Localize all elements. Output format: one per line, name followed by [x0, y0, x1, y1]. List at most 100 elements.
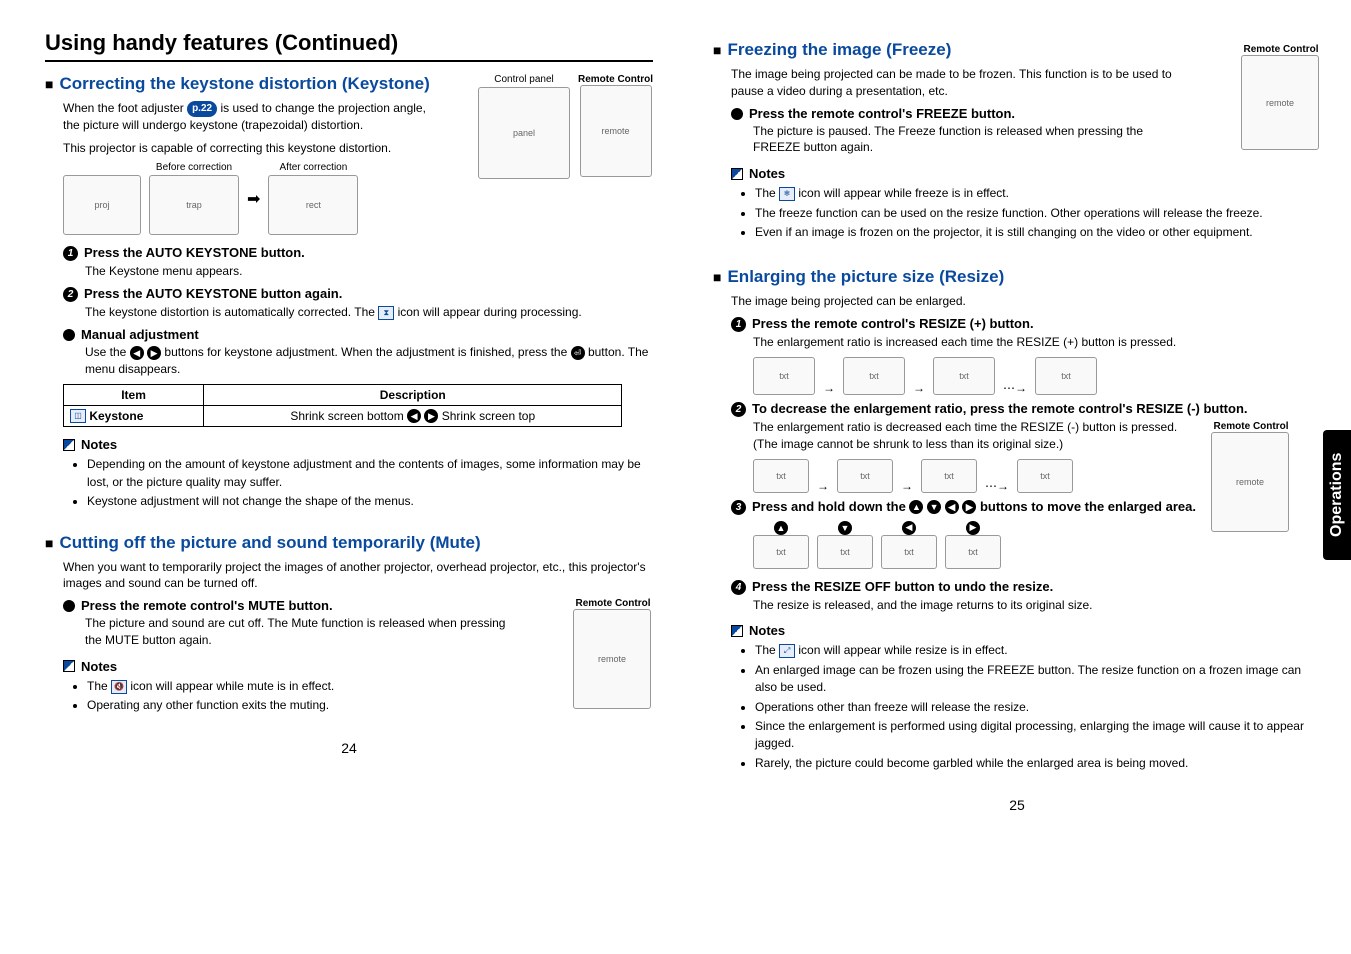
keystone-panels: Control panel panel Remote Control remot… [478, 74, 653, 179]
mute-notes: The 🔇 icon will appear while mute is in … [75, 678, 653, 715]
keystone-row-icon: ◫ [70, 409, 86, 423]
remote-label-2: Remote Control [573, 598, 653, 609]
resize-indicator-icon: ⤢ [779, 644, 795, 658]
page-25: Remote Control remote Freezing the image… [713, 30, 1321, 813]
step-number-2-icon: 2 [731, 402, 746, 417]
freeze-notes: The ❄ icon will appear while freeze is i… [743, 185, 1321, 241]
list-item: Since the enlargement is performed using… [755, 718, 1321, 753]
right-arrow-icon: ▶ [147, 346, 161, 360]
keystone-intro: When the foot adjuster p.22 is used to c… [63, 100, 433, 134]
main-title: Using handy features (Continued) [45, 30, 653, 62]
mute-step-title: Press the remote control's MUTE button. [81, 598, 333, 613]
remote-figure-2: remote [573, 609, 651, 709]
list-item: Operating any other function exits the m… [87, 697, 653, 714]
resize-step-3: 3 Press and hold down the ▲ ▼ ◀ ▶ button… [731, 499, 1203, 515]
step-number-4-icon: 4 [731, 580, 746, 595]
resize-step4-title: Press the RESIZE OFF button to undo the … [752, 579, 1053, 594]
mute-notes-heading: Notes [63, 659, 565, 674]
remote-label-1: Remote Control [578, 74, 653, 85]
after-figure: rect [268, 175, 358, 235]
mute-step: Press the remote control's MUTE button. [63, 598, 565, 613]
keystone-manual: Manual adjustment [63, 327, 653, 342]
list-item: The ❄ icon will appear while freeze is i… [755, 185, 1321, 202]
remote-label-3: Remote Control [1241, 44, 1321, 55]
resize-enlarge-figure: txt→ txt→ txt⋯→ txt [753, 357, 1321, 395]
table-header-desc: Description [204, 384, 622, 405]
right-arrow-icon-2: ▶ [424, 409, 438, 423]
control-panel-figure: panel [478, 87, 570, 179]
bullet-icon [63, 329, 75, 341]
section-keystone: Control panel panel Remote Control remot… [45, 74, 653, 511]
up-arrow-icon: ▲ [774, 521, 788, 535]
list-item: Operations other than freeze will releas… [755, 699, 1321, 716]
keystone-step-2: 2 Press the AUTO KEYSTONE button again. [63, 286, 653, 302]
list-item: The 🔇 icon will appear while mute is in … [87, 678, 653, 695]
resize-step3-title: Press and hold down the ▲ ▼ ◀ ▶ buttons … [752, 499, 1196, 515]
side-tab-operations[interactable]: Operations [1323, 430, 1351, 560]
list-item: Even if an image is frozen on the projec… [755, 224, 1321, 241]
list-item: The freeze function can be used on the r… [755, 205, 1321, 222]
left-arrow-icon: ◀ [130, 346, 144, 360]
resize-notes-heading: Notes [731, 623, 1321, 638]
resize-remote-group: Remote Control remote [1211, 421, 1291, 532]
resize-shrink-figure: txt→ txt→ txt⋯→ txt [753, 459, 1203, 493]
up-arrow-icon: ▲ [909, 500, 923, 514]
resize-step-4: 4 Press the RESIZE OFF button to undo th… [731, 579, 1321, 595]
page-number-left: 24 [45, 725, 653, 756]
left-arrow-icon-2: ◀ [407, 409, 421, 423]
list-item: Depending on the amount of keystone adju… [87, 456, 653, 491]
page-ref-p22: p.22 [187, 101, 217, 117]
keystone-step1-body: The Keystone menu appears. [85, 263, 653, 280]
mute-indicator-icon: 🔇 [111, 680, 127, 694]
remote-figure-1: remote [580, 85, 652, 177]
keystone-table: Item Description ◫ Keystone Shrink scree… [63, 384, 622, 428]
keystone-intro2: This projector is capable of correcting … [63, 140, 413, 157]
step-number-1-icon: 1 [731, 317, 746, 332]
resize-heading: Enlarging the picture size (Resize) [713, 267, 1321, 287]
section-mute: Cutting off the picture and sound tempor… [45, 533, 653, 725]
control-panel-label: Control panel [494, 74, 553, 85]
keystone-step1-title: Press the AUTO KEYSTONE button. [84, 245, 305, 260]
keystone-heading: Correcting the keystone distortion (Keys… [45, 74, 478, 94]
keystone-step2-body: The keystone distortion is automatically… [85, 304, 653, 321]
resize-step4-body: The resize is released, and the image re… [753, 597, 1321, 614]
freeze-step: Press the remote control's FREEZE button… [731, 106, 1233, 121]
step-number-2-icon: 2 [63, 287, 78, 302]
list-item: Rarely, the picture could become garbled… [755, 755, 1321, 772]
section-resize: Enlarging the picture size (Resize) The … [713, 267, 1321, 772]
left-arrow-icon-3: ◀ [945, 500, 959, 514]
list-item: An enlarged image can be frozen using th… [755, 662, 1321, 697]
keystone-notes: Depending on the amount of keystone adju… [75, 456, 653, 510]
mute-remote-group: Remote Control remote [573, 598, 653, 709]
keystone-step-1: 1 Press the AUTO KEYSTONE button. [63, 245, 653, 261]
resize-step2-body: The enlargement ratio is decreased each … [753, 419, 1223, 453]
keystone-manual-body: Use the ◀ ▶ buttons for keystone adjustm… [85, 344, 653, 378]
mute-intro: When you want to temporarily project the… [63, 559, 653, 593]
bullet-icon [731, 108, 743, 120]
section-freeze: Remote Control remote Freezing the image… [713, 40, 1321, 251]
keystone-before-after: proj Before correction trap ➡ After corr… [63, 162, 478, 235]
projector-angle-figure: proj [63, 175, 141, 235]
right-arrow-icon-3: ▶ [962, 500, 976, 514]
keystone-step2-title: Press the AUTO KEYSTONE button again. [84, 286, 342, 301]
remote-figure-3: remote [1241, 55, 1319, 150]
freeze-intro: The image being projected can be made to… [731, 66, 1201, 100]
freeze-notes-heading: Notes [731, 166, 1321, 181]
list-item: Keystone adjustment will not change the … [87, 493, 653, 510]
table-row: ◫ Keystone Shrink screen bottom ◀ ▶ Shri… [64, 405, 622, 427]
resize-step1-title: Press the remote control's RESIZE (+) bu… [752, 316, 1034, 331]
resize-step-1: 1 Press the remote control's RESIZE (+) … [731, 316, 1321, 332]
left-arrow-icon: ◀ [902, 521, 916, 535]
freeze-step-body: The picture is paused. The Freeze functi… [753, 123, 1163, 157]
resize-intro: The image being projected can be enlarge… [731, 293, 1321, 310]
bullet-icon [63, 600, 75, 612]
step-number-1-icon: 1 [63, 246, 78, 261]
list-item: The ⤢ icon will appear while resize is i… [755, 642, 1321, 659]
right-arrow-icon: ▶ [966, 521, 980, 535]
keystone-processing-icon: ⧗ [378, 306, 394, 320]
after-label: After correction [280, 162, 348, 173]
table-item-keystone: Keystone [89, 409, 143, 423]
resize-step1-body: The enlargement ratio is increased each … [753, 334, 1321, 351]
freeze-remote-group: Remote Control remote [1241, 44, 1321, 150]
down-arrow-icon: ▼ [838, 521, 852, 535]
